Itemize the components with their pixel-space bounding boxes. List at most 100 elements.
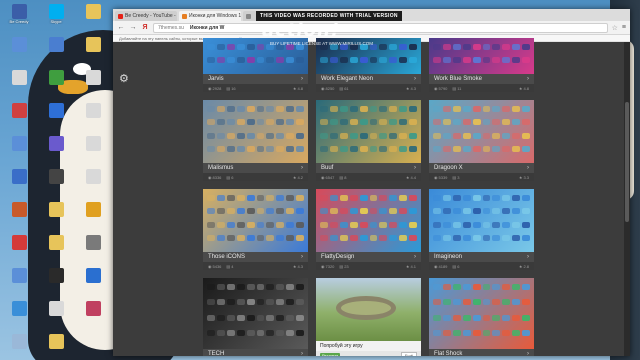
back-button[interactable]: ← xyxy=(117,24,125,31)
desktop-icon[interactable] xyxy=(39,167,73,200)
theme-card[interactable]: Dragoon X › ◉5339 ▤3 ★3.3 xyxy=(429,100,534,181)
chevron-right-icon[interactable]: › xyxy=(527,76,529,82)
chevron-right-icon[interactable]: › xyxy=(527,351,529,356)
preview-icon xyxy=(442,195,451,201)
desktop-icon[interactable] xyxy=(76,200,110,233)
desktop-icon[interactable] xyxy=(2,134,36,167)
preview-icon xyxy=(389,234,398,241)
preview-icon xyxy=(502,195,511,201)
preview-icon xyxy=(216,284,225,290)
desktop-icon[interactable] xyxy=(2,299,36,332)
desktop-icon[interactable] xyxy=(39,200,73,233)
preview-icon xyxy=(462,314,471,321)
desktop-icon[interactable] xyxy=(39,266,73,299)
desktop-icon[interactable] xyxy=(76,68,110,101)
theme-card[interactable]: Work Elegant Neon › ◉8250 ▤61 ★4.3 xyxy=(316,38,421,92)
desktop-icon[interactable] xyxy=(2,200,36,233)
theme-card[interactable]: Imagineon › ◉4189 ▤6 ★2.8 xyxy=(429,189,534,270)
desktop-icon[interactable] xyxy=(76,233,110,266)
page-scrollbar[interactable] xyxy=(624,42,630,356)
bookmark-star-icon[interactable]: ☆ xyxy=(612,24,618,32)
tab-youtube[interactable]: Be Creedy - YouTube - Yout xyxy=(115,11,177,21)
forward-button[interactable]: → xyxy=(129,24,137,31)
desktop-icon[interactable] xyxy=(39,299,73,332)
desktop-icon[interactable] xyxy=(76,134,110,167)
desktop-icon[interactable]: Be Creedy xyxy=(2,2,36,35)
preview-icon xyxy=(482,284,491,290)
preview-icon xyxy=(349,195,358,201)
preview-icon xyxy=(433,106,441,112)
preview-icon xyxy=(379,221,388,228)
preview-icon xyxy=(276,299,285,306)
chevron-right-icon[interactable]: › xyxy=(414,165,416,171)
desktop-icon[interactable] xyxy=(76,266,110,299)
desktop-icon[interactable] xyxy=(39,233,73,266)
chevron-right-icon[interactable]: › xyxy=(301,254,303,260)
theme-card[interactable]: Malismus › ◉8336 ▤6 ★4.2 xyxy=(203,100,308,181)
preview-icon xyxy=(329,119,338,126)
desktop-icon[interactable] xyxy=(2,167,36,200)
desktop-icon[interactable] xyxy=(76,101,110,134)
desktop-icon[interactable] xyxy=(39,332,73,360)
chevron-right-icon[interactable]: › xyxy=(414,254,416,260)
preview-icon xyxy=(472,299,481,306)
preview-icon xyxy=(246,221,255,228)
theme-title-bar: FlattyDesign › xyxy=(316,252,421,262)
desktop-icon[interactable] xyxy=(39,134,73,167)
preview-icon xyxy=(442,145,451,152)
url-field[interactable]: 7themes.su Иконки для W xyxy=(153,22,608,33)
theme-card[interactable]: Work Blue Smoke › ◉5790 ▤11 ★4.8 xyxy=(429,38,534,92)
desktop-icon[interactable] xyxy=(39,35,73,68)
theme-card[interactable]: Flat Shock › xyxy=(429,278,534,356)
preview-icon xyxy=(409,234,417,241)
preview-icon xyxy=(379,119,388,126)
eye-icon: ◉ xyxy=(434,263,438,269)
app-icon xyxy=(85,301,101,316)
desktop-icon[interactable]: Skype xyxy=(39,2,73,35)
chevron-right-icon[interactable]: › xyxy=(527,254,529,260)
ad-card[interactable]: Попробуй эту игру Реклама Ещё xyxy=(316,278,421,356)
preview-icon xyxy=(349,106,358,112)
comments-count: 16 xyxy=(231,85,236,91)
ad-more-button[interactable]: Ещё xyxy=(400,351,417,356)
settings-gear-icon[interactable]: ⚙ xyxy=(119,72,129,85)
theme-card[interactable]: Those iCONS › ◉5436 ▤4 ★4.3 xyxy=(203,189,308,270)
theme-card[interactable]: FlattyDesign › ◉7320 ▤23 ★4.1 xyxy=(316,189,421,270)
preview-icon xyxy=(296,106,304,112)
yandex-button[interactable]: Я xyxy=(141,24,149,31)
chevron-right-icon[interactable]: › xyxy=(414,76,416,82)
theme-card[interactable]: Jarvis › ◉2928 ▤16 ★4.8 xyxy=(203,38,308,92)
preview-icon xyxy=(502,145,511,152)
desktop-icon[interactable] xyxy=(2,233,36,266)
desktop-icon[interactable] xyxy=(76,2,110,35)
desktop-icon[interactable] xyxy=(76,167,110,200)
chevron-right-icon[interactable]: › xyxy=(301,351,303,356)
scrollbar-thumb[interactable] xyxy=(625,102,629,222)
preview-icon xyxy=(482,234,491,241)
chevron-right-icon[interactable]: › xyxy=(301,76,303,82)
desktop-icon[interactable] xyxy=(2,68,36,101)
chevron-right-icon[interactable]: › xyxy=(301,165,303,171)
desktop-icon[interactable] xyxy=(2,101,36,134)
theme-card[interactable]: TECH › xyxy=(203,278,308,356)
theme-title: TECH xyxy=(208,351,225,356)
preview-icon xyxy=(512,145,521,152)
desktop-icon[interactable] xyxy=(2,266,36,299)
preview-icon xyxy=(276,145,285,152)
preview-icon xyxy=(482,106,491,112)
desktop-icon[interactable] xyxy=(76,299,110,332)
views-stat: ◉5339 xyxy=(434,175,447,180)
theme-card[interactable]: Buuf › ◉6547 ▤8 ★4.4 xyxy=(316,100,421,181)
desktop-icon[interactable] xyxy=(76,35,110,68)
desktop-icon[interactable] xyxy=(2,35,36,68)
preview-icon xyxy=(399,44,408,50)
chevron-right-icon[interactable]: › xyxy=(527,165,529,171)
preview-icon xyxy=(379,195,388,201)
tab-icons-windows10[interactable]: Иконки для Windows 10 × xyxy=(179,11,241,21)
desktop-icon[interactable] xyxy=(39,68,73,101)
desktop-icon[interactable] xyxy=(39,101,73,134)
file-icon xyxy=(48,301,64,316)
browser-menu-icon[interactable]: ≡ xyxy=(622,24,626,31)
preview-icon xyxy=(522,284,530,290)
desktop-icon[interactable] xyxy=(2,332,36,360)
